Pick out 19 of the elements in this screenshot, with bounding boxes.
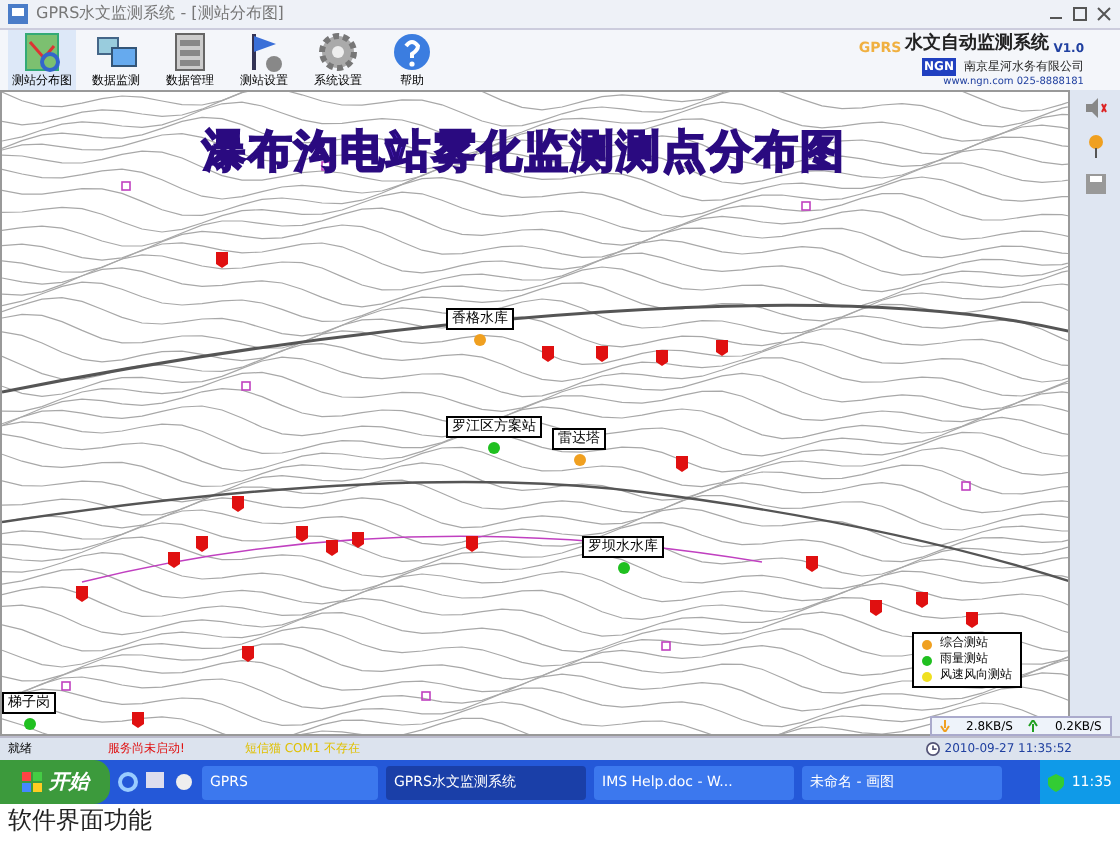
browser-icon[interactable]	[118, 772, 138, 792]
clock-icon	[926, 742, 941, 756]
maximize-icon[interactable]	[1072, 6, 1088, 22]
map-icon	[20, 30, 64, 74]
pin-icon[interactable]	[1083, 134, 1107, 158]
product-name: 水文自动监测系统	[905, 31, 1050, 57]
close-icon[interactable]	[1096, 6, 1112, 22]
app-icon	[8, 4, 28, 24]
caption-text: 软件界面功能	[6, 804, 154, 836]
save-icon[interactable]	[1085, 174, 1105, 194]
desktop-icon[interactable]	[146, 772, 166, 792]
download-arrow-icon	[940, 720, 950, 732]
upload-arrow-icon	[1028, 720, 1039, 732]
start-button[interactable]: 开始	[0, 760, 110, 804]
speaker-icon[interactable]	[1083, 98, 1107, 118]
map-title: 瀑布沟电站雾化监测测点分布图	[202, 126, 846, 182]
window-title: GPRS水文监测系统 - [测站分布图]	[36, 2, 286, 26]
media-icon[interactable]	[174, 772, 194, 792]
windows-logo-icon	[21, 772, 41, 792]
